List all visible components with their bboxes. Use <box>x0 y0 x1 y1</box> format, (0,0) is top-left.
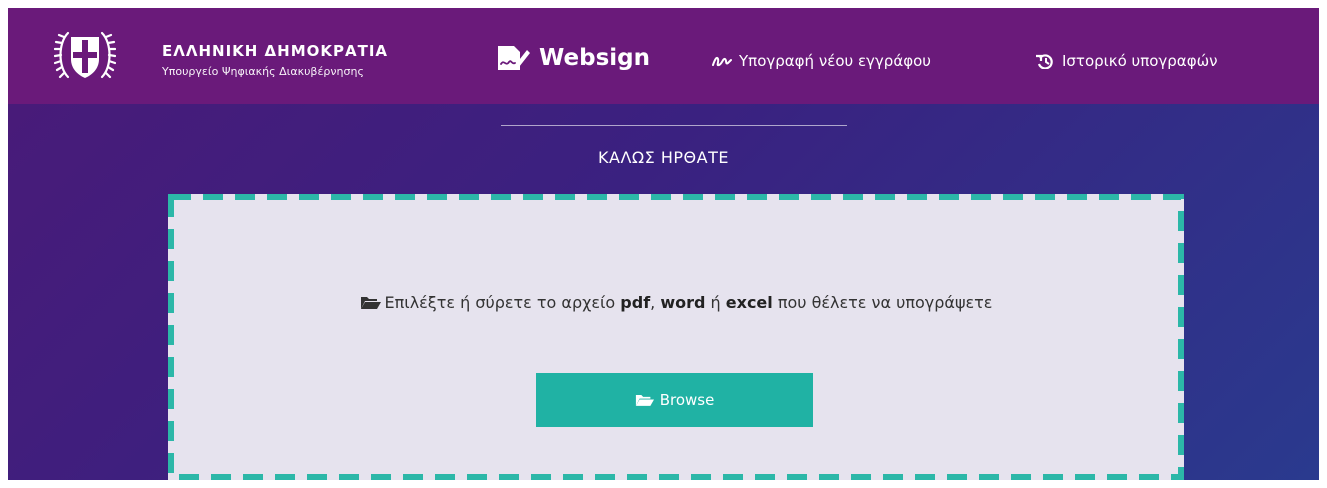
format-excel: excel <box>725 293 773 312</box>
prompt-text-start: Επιλέξτε ή σύρετε το αρχείο <box>384 293 621 312</box>
history-icon <box>1036 54 1053 69</box>
websign-brand-link[interactable]: Websign <box>496 44 650 72</box>
folder-open-icon <box>360 297 381 309</box>
file-dropzone[interactable]: Επιλέξτε ή σύρετε το αρχείο pdf, word ή … <box>168 194 1184 480</box>
browse-button[interactable]: Browse <box>536 373 813 427</box>
brand-name: Websign <box>539 45 651 71</box>
ministry-name: Υπουργείο Ψηφιακής Διακυβέρνησης <box>162 65 364 78</box>
prompt-text-end: που θέλετε να υπογράψετε <box>772 293 993 312</box>
prompt-sep-comma: , <box>650 293 661 312</box>
dropzone-prompt: Επιλέξτε ή σύρετε το αρχείο pdf, word ή … <box>288 289 1064 317</box>
format-pdf: pdf <box>620 293 651 312</box>
nav-sign-new-document[interactable]: Υπογραφή νέου εγγράφου <box>712 52 931 70</box>
signature-document-icon <box>498 46 530 70</box>
browse-button-label: Browse <box>659 391 715 409</box>
top-header: ΕΛΛΗΝΙΚΗ ΔΗΜΟΚΡΑΤΙΑ Υπουργείο Ψηφιακής Δ… <box>8 8 1319 104</box>
nav-signature-history-label: Ιστορικό υπογραφών <box>1062 52 1218 70</box>
header-divider <box>501 125 847 126</box>
welcome-title: ΚΑΛΩΣ ΗΡΘΑΤΕ <box>598 148 729 167</box>
folder-open-icon <box>635 395 654 406</box>
nav-signature-history[interactable]: Ιστορικό υπογραφών <box>1035 52 1218 70</box>
signature-scribble-icon <box>712 56 732 67</box>
prompt-sep-or: ή <box>705 293 726 312</box>
dropzone-dashed-border <box>168 194 1184 480</box>
gov-name: ΕΛΛΗΝΙΚΗ ΔΗΜΟΚΡΑΤΙΑ <box>162 42 389 60</box>
greek-republic-emblem-icon <box>54 31 116 79</box>
app-frame: ΕΛΛΗΝΙΚΗ ΔΗΜΟΚΡΑΤΙΑ Υπουργείο Ψηφιακής Δ… <box>8 8 1319 480</box>
format-word: word <box>660 293 706 312</box>
nav-sign-new-document-label: Υπογραφή νέου εγγράφου <box>739 52 931 70</box>
